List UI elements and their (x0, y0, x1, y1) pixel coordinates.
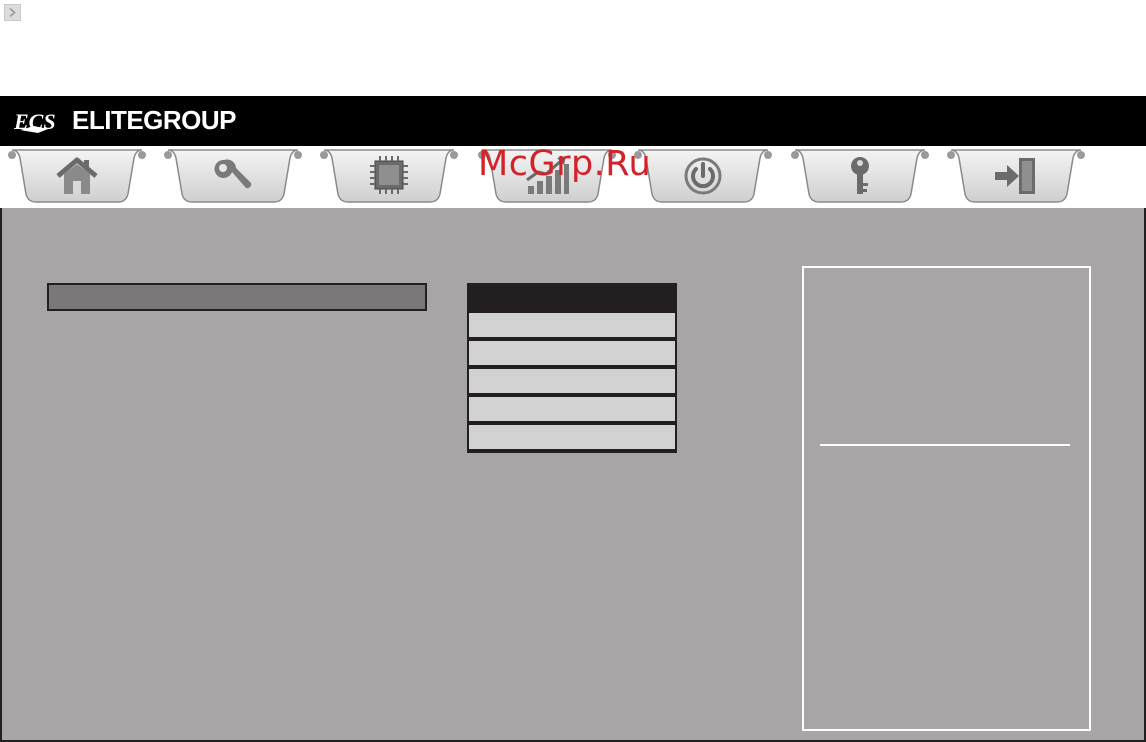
tab-main[interactable] (4, 148, 150, 206)
bios-screen: ECS ELITEGROUP McGrp.Ru (0, 0, 1146, 742)
options-popup (467, 283, 677, 453)
option-item[interactable] (469, 425, 675, 449)
help-divider (820, 444, 1070, 446)
tab-chipset[interactable] (316, 148, 462, 206)
tab-advanced[interactable] (160, 148, 306, 206)
expand-button[interactable] (4, 4, 21, 21)
option-item[interactable] (469, 369, 675, 393)
chevron-right-icon (9, 7, 16, 18)
tab-exit[interactable] (943, 148, 1089, 206)
option-item[interactable] (469, 341, 675, 365)
header-bar: ECS ELITEGROUP (0, 96, 1146, 146)
selected-setting-bar[interactable] (47, 283, 427, 311)
tab-boot[interactable] (630, 148, 776, 206)
option-item[interactable] (469, 397, 675, 421)
wrench-icon (214, 159, 252, 189)
help-panel (802, 266, 1091, 731)
options-popup-title (469, 285, 675, 312)
ecs-logo-icon: ECS (14, 109, 56, 134)
tab-security[interactable] (787, 148, 933, 206)
option-item[interactable] (469, 313, 675, 337)
main-panel (0, 208, 1146, 742)
brand-name: ELITEGROUP (72, 105, 237, 135)
watermark-text: McGrp.Ru (478, 144, 652, 184)
chip-icon (370, 156, 408, 194)
key-icon (851, 157, 869, 194)
power-icon (684, 157, 722, 195)
home-icon (56, 157, 98, 194)
exit-door-icon (995, 158, 1035, 194)
